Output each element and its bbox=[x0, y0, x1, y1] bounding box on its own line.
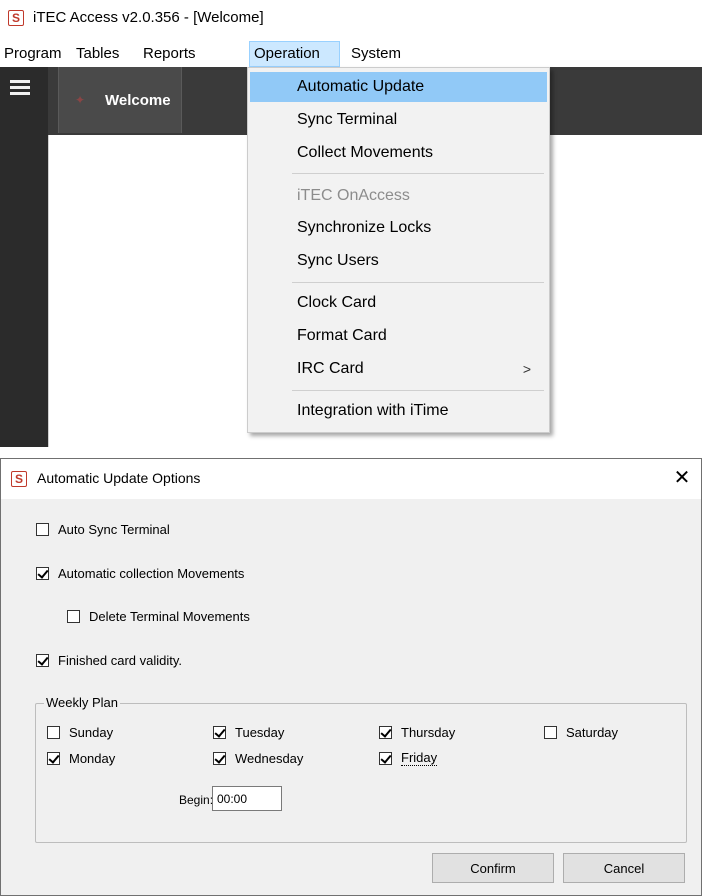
tab-welcome-label: Welcome bbox=[105, 92, 171, 109]
menubar: Program Tables Reports Operation System bbox=[0, 41, 702, 67]
menu-item-synchronize-locks[interactable]: Synchronize Locks bbox=[250, 213, 547, 243]
checkbox-label: Automatic collection Movements bbox=[58, 565, 245, 581]
menu-separator bbox=[292, 282, 544, 283]
checkbox-box[interactable] bbox=[47, 751, 60, 765]
checkbox-box[interactable] bbox=[36, 522, 49, 536]
checkbox-box[interactable] bbox=[213, 725, 226, 739]
thursday-checkbox[interactable]: Thursday bbox=[379, 723, 455, 741]
automatic-collection-movements-checkbox[interactable]: Automatic collection Movements bbox=[36, 564, 244, 582]
confirm-button[interactable]: Confirm bbox=[432, 853, 554, 883]
friday-checkbox[interactable]: Friday bbox=[379, 749, 438, 767]
cancel-button[interactable]: Cancel bbox=[563, 853, 685, 883]
checkbox-box[interactable] bbox=[67, 609, 80, 623]
menu-program[interactable]: Program bbox=[0, 41, 66, 67]
checkbox-label: Monday bbox=[69, 750, 116, 766]
menu-system[interactable]: System bbox=[347, 41, 405, 67]
app-title: iTEC Access v2.0.356 - [Welcome] bbox=[33, 9, 264, 26]
auto-sync-terminal-checkbox[interactable]: Auto Sync Terminal bbox=[36, 520, 170, 538]
dialog-title: Automatic Update Options bbox=[37, 470, 201, 486]
checkbox-box[interactable] bbox=[544, 725, 557, 739]
checkbox-label: Auto Sync Terminal bbox=[58, 521, 170, 537]
menu-item-integration-itime[interactable]: Integration with iTime bbox=[250, 396, 547, 426]
menu-item-itec-onaccess: iTEC OnAccess bbox=[297, 187, 410, 204]
checkbox-box[interactable] bbox=[379, 725, 392, 739]
close-icon[interactable]: ✕ bbox=[669, 465, 695, 491]
menu-item-clock-card[interactable]: Clock Card bbox=[250, 288, 547, 318]
monday-checkbox[interactable]: Monday bbox=[47, 749, 115, 767]
menu-separator bbox=[292, 173, 544, 174]
wednesday-checkbox[interactable]: Wednesday bbox=[213, 749, 303, 767]
menu-item-sync-terminal[interactable]: Sync Terminal bbox=[250, 105, 547, 135]
checkbox-label: Finished card validity. bbox=[58, 652, 183, 668]
menu-operation[interactable]: Operation bbox=[249, 41, 340, 67]
menu-item-automatic-update[interactable]: Automatic Update bbox=[250, 72, 547, 102]
checkbox-box[interactable] bbox=[47, 725, 60, 739]
submenu-arrow-icon: > bbox=[522, 361, 531, 377]
operation-dropdown-menu: Automatic Update Sync Terminal Collect M… bbox=[247, 67, 550, 433]
checkbox-label: Tuesday bbox=[235, 724, 285, 740]
checkbox-label: Thursday bbox=[401, 724, 456, 740]
checkbox-label: Wednesday bbox=[235, 750, 304, 766]
checkbox-box[interactable] bbox=[379, 751, 392, 765]
menu-tables[interactable]: Tables bbox=[72, 41, 123, 67]
menu-item-format-card[interactable]: Format Card bbox=[250, 321, 547, 351]
checkbox-label: Sunday bbox=[69, 724, 114, 740]
sunday-checkbox[interactable]: Sunday bbox=[47, 723, 113, 741]
saturday-checkbox[interactable]: Saturday bbox=[544, 723, 618, 741]
checkbox-label: Friday bbox=[401, 750, 438, 766]
checkbox-box[interactable] bbox=[36, 566, 49, 580]
menu-item-sync-users[interactable]: Sync Users bbox=[250, 246, 547, 276]
sidebar bbox=[0, 67, 48, 447]
hamburger-menu-icon[interactable] bbox=[10, 80, 30, 95]
welcome-tab-icon: ✦ bbox=[75, 93, 86, 107]
finished-card-validity-checkbox[interactable]: Finished card validity. bbox=[36, 651, 182, 669]
checkbox-label: Delete Terminal Movements bbox=[89, 608, 250, 624]
weekly-plan-legend: Weekly Plan bbox=[44, 695, 121, 710]
checkbox-label: Saturday bbox=[566, 724, 619, 740]
begin-time-input[interactable] bbox=[212, 786, 282, 811]
menu-item-irc-card[interactable]: IRC Card > bbox=[250, 354, 547, 384]
menu-separator bbox=[292, 390, 544, 391]
checkbox-box[interactable] bbox=[36, 653, 49, 667]
menu-item-collect-movements[interactable]: Collect Movements bbox=[250, 138, 547, 168]
dialog-body: Auto Sync Terminal Automatic collection … bbox=[1, 499, 701, 895]
dialog-logo-icon: S bbox=[11, 471, 27, 487]
delete-terminal-movements-checkbox[interactable]: Delete Terminal Movements bbox=[67, 607, 250, 625]
dialog-title-bar: S Automatic Update Options ✕ bbox=[1, 459, 701, 499]
app-title-bar: S iTEC Access v2.0.356 - [Welcome] bbox=[0, 0, 702, 36]
begin-label: Begin: bbox=[179, 793, 214, 807]
tuesday-checkbox[interactable]: Tuesday bbox=[213, 723, 284, 741]
app-logo-icon: S bbox=[8, 10, 24, 26]
menu-item-irc-card-label: IRC Card bbox=[297, 360, 364, 377]
tab-welcome[interactable]: ✦ Welcome bbox=[58, 67, 182, 133]
automatic-update-options-dialog: S Automatic Update Options ✕ Auto Sync T… bbox=[0, 458, 702, 896]
checkbox-box[interactable] bbox=[213, 751, 226, 765]
menu-reports[interactable]: Reports bbox=[139, 41, 200, 67]
